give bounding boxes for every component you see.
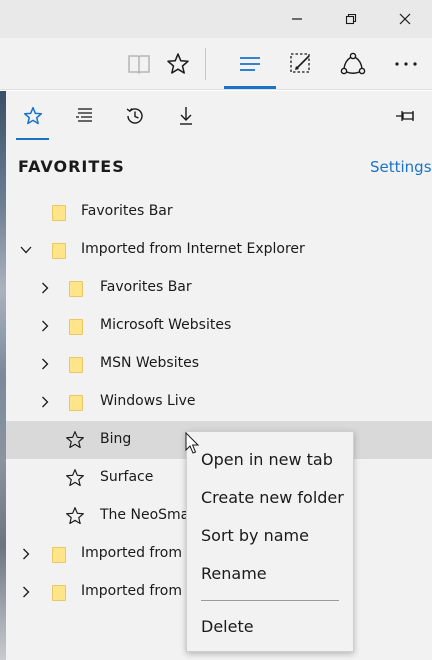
toolbar-separator [205, 48, 206, 80]
menu-item-label: Create new folder [201, 488, 344, 507]
chevron-right-icon[interactable] [37, 394, 53, 410]
restore-icon [345, 13, 357, 25]
favorites-heading: FAVORITES [18, 157, 125, 176]
folder-icon [69, 395, 83, 411]
share-icon [340, 52, 366, 75]
favorite-star-icon [66, 431, 84, 449]
reading-list-icon [76, 108, 92, 122]
pin-icon [396, 111, 414, 121]
tab-history[interactable] [110, 91, 160, 141]
browser-toolbar [0, 38, 432, 90]
tab-reading-list[interactable] [60, 91, 110, 141]
web-note-icon [290, 53, 310, 73]
item-label: Imported from [81, 583, 182, 599]
chevron-right-icon[interactable] [37, 356, 53, 372]
favorite-folder-row[interactable]: Windows Live [6, 383, 432, 421]
active-tab-indicator [16, 138, 49, 140]
add-favorite-star-icon [167, 53, 189, 74]
hub-active-indicator [224, 86, 276, 89]
item-label: Favorites Bar [100, 279, 192, 295]
favorite-star-icon [66, 507, 84, 525]
web-note-button[interactable] [279, 38, 323, 90]
minimize-icon [292, 18, 302, 20]
more-icon [395, 62, 417, 66]
folder-icon [69, 281, 83, 297]
favorite-folder-row[interactable]: Imported from Internet Explorer [6, 231, 432, 269]
mouse-cursor-icon [185, 432, 200, 454]
item-label: Imported from Internet Explorer [81, 241, 305, 257]
more-button[interactable] [384, 38, 428, 90]
reading-view-button[interactable] [117, 38, 161, 90]
tab-favorites[interactable] [8, 91, 58, 141]
hub-button[interactable] [228, 38, 272, 90]
close-button[interactable] [378, 0, 432, 38]
settings-link[interactable]: Settings [370, 158, 432, 176]
chevron-right-icon[interactable] [37, 280, 53, 296]
folder-icon [52, 585, 66, 601]
favorites-icon [23, 106, 43, 125]
chevron-right-icon[interactable] [18, 546, 34, 562]
chevron-right-icon[interactable] [37, 318, 53, 334]
restore-button[interactable] [324, 0, 378, 38]
favorite-folder-row[interactable]: MSN Websites [6, 345, 432, 383]
folder-icon [69, 357, 83, 373]
folder-icon [52, 243, 66, 259]
add-favorite-button[interactable] [156, 38, 200, 90]
favorite-folder-row[interactable]: Favorites Bar [6, 269, 432, 307]
menu-item-open-new-tab[interactable]: Open in new tab [187, 441, 353, 479]
item-label: Windows Live [100, 393, 196, 409]
folder-icon [52, 205, 66, 221]
history-icon [126, 108, 143, 124]
pin-button[interactable] [386, 91, 426, 141]
menu-separator [201, 600, 339, 601]
folder-icon [69, 319, 83, 335]
chevron-right-icon[interactable] [18, 584, 34, 600]
menu-item-label: Rename [201, 564, 267, 583]
downloads-icon [180, 107, 192, 125]
context-menu: Open in new tab Create new folder Sort b… [186, 431, 354, 652]
item-label: Imported from [81, 545, 182, 561]
folder-icon [52, 547, 66, 563]
item-label: The NeoSma [100, 507, 190, 523]
item-label: Favorites Bar [81, 203, 173, 219]
favorite-folder-row[interactable]: Favorites Bar [6, 193, 432, 231]
item-label: MSN Websites [100, 355, 199, 371]
menu-item-label: Open in new tab [201, 450, 333, 469]
item-label: Microsoft Websites [100, 317, 232, 333]
menu-item-sort-by-name[interactable]: Sort by name [187, 517, 353, 555]
minimize-button[interactable] [270, 0, 324, 38]
favorite-folder-row[interactable]: Microsoft Websites [6, 307, 432, 345]
chevron-down-icon[interactable] [18, 242, 34, 258]
hub-icon [240, 57, 260, 71]
hub-tabs [6, 91, 432, 141]
item-label: Bing [100, 431, 132, 447]
menu-item-create-folder[interactable]: Create new folder [187, 479, 353, 517]
share-button[interactable] [331, 38, 375, 90]
menu-item-rename[interactable]: Rename [187, 555, 353, 593]
menu-item-delete[interactable]: Delete [187, 608, 353, 646]
title-bar [0, 0, 432, 38]
menu-item-label: Delete [201, 617, 254, 636]
menu-item-label: Sort by name [201, 526, 309, 545]
close-icon [399, 13, 411, 25]
reading-view-icon [128, 55, 150, 75]
favorite-star-icon [66, 469, 84, 487]
item-label: Surface [100, 469, 154, 485]
tab-downloads[interactable] [161, 91, 211, 141]
